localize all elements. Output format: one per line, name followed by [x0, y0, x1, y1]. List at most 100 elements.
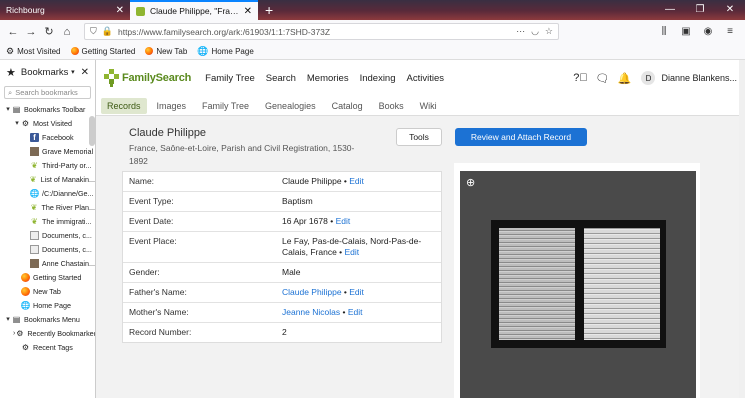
bookmark-item[interactable]: ❦ The River Plan... — [0, 200, 95, 214]
maximize-icon[interactable]: ❐ — [685, 0, 715, 20]
pocket-icon[interactable]: ◡ — [531, 26, 539, 37]
nav-family-tree[interactable]: Family Tree — [205, 73, 255, 84]
bookmark-item[interactable]: ❦ List of Manakin... — [0, 172, 95, 186]
field-label: Record Number: — [129, 327, 192, 337]
edit-link[interactable]: Edit — [349, 287, 364, 297]
subnav-images[interactable]: Images — [151, 98, 193, 114]
bookmark-item[interactable]: ▾ ⚙ Most Visited — [0, 116, 95, 130]
nav-indexing[interactable]: Indexing — [360, 73, 396, 84]
expand-toggle-icon[interactable]: ▾ — [4, 315, 12, 323]
bookmark-item[interactable]: ❦ The immigrati... — [0, 214, 95, 228]
bookmark-label: Bookmarks Toolbar — [24, 104, 86, 114]
forward-icon[interactable]: → — [22, 26, 40, 38]
tab-richbourg[interactable]: Richbourg ✕ — [0, 0, 130, 20]
edit-link[interactable]: Edit — [348, 307, 363, 317]
table-row: Event Date: 16 Apr 1678 • Edit — [123, 212, 441, 232]
url-text[interactable]: https://www.familysearch.org/ark:/61903/… — [118, 27, 510, 37]
globe-icon: 🌐 — [20, 300, 31, 310]
url-bar[interactable]: ⛉ 🔒 https://www.familysearch.org/ark:/61… — [84, 23, 559, 40]
bookmark-star-icon[interactable]: ☆ — [545, 26, 553, 37]
shield-icon[interactable]: ⛉ — [90, 26, 97, 37]
familysearch-icon: ❦ — [31, 160, 38, 170]
review-attach-button[interactable]: Review and Attach Record — [455, 128, 587, 146]
sidebar-scrollbar[interactable] — [89, 116, 95, 146]
messages-icon[interactable]: 🗨 — [591, 72, 613, 85]
help-icon[interactable]: ?⃝ — [569, 72, 591, 84]
bookmark-item[interactable]: f Facebook — [0, 130, 95, 144]
tab-claude-philippe[interactable]: Claude Philippe, "France, Saône-et-Loire… — [130, 0, 258, 20]
bookmark-most-visited[interactable]: ⚙ Most Visited — [6, 46, 61, 57]
field-value: Baptism — [282, 196, 313, 206]
subnav-books[interactable]: Books — [373, 98, 410, 114]
record-details-table: Name: Claude Philippe • Edit Event Type: Ba… — [122, 171, 442, 343]
more-actions-icon[interactable]: ⋯ — [516, 26, 525, 37]
close-tab-icon[interactable]: ✕ — [116, 5, 124, 16]
image-icon — [30, 146, 39, 156]
menu-icon[interactable]: ≡ — [719, 26, 741, 37]
bookmark-search-input[interactable]: ⌕ Search bookmarks — [4, 86, 91, 99]
image-viewer-canvas[interactable]: ⊕ — [460, 171, 696, 398]
expand-toggle-icon[interactable]: ▾ — [13, 119, 21, 127]
field-value-cell: Baptism — [278, 192, 441, 211]
record-image-thumbnail[interactable] — [491, 220, 666, 348]
close-tab-icon[interactable]: ✕ — [244, 6, 252, 17]
bookmark-item[interactable]: ▾ ▤ Bookmarks Toolbar — [0, 102, 95, 116]
bookmark-label: Bookmarks Menu — [24, 314, 80, 324]
page-scrollbar[interactable] — [739, 60, 745, 398]
bookmark-getting-started[interactable]: Getting Started — [70, 47, 135, 56]
zoom-in-icon[interactable]: ⊕ — [466, 176, 475, 189]
subnav-records[interactable]: Records — [101, 97, 147, 114]
nav-search[interactable]: Search — [266, 73, 296, 84]
nav-activities[interactable]: Activities — [407, 73, 444, 84]
user-name[interactable]: Dianne Blankens... — [661, 73, 737, 83]
expand-toggle-icon[interactable]: ▾ — [4, 105, 12, 113]
sidebar-toggle-icon[interactable]: ▣ — [675, 26, 697, 37]
bookmark-item[interactable]: Documents, c... — [0, 228, 95, 242]
avatar[interactable]: D — [641, 71, 656, 85]
field-value-cell: 2 — [278, 323, 441, 342]
back-icon[interactable]: ← — [4, 26, 22, 38]
subnav-family-tree[interactable]: Family Tree — [196, 98, 255, 114]
bookmark-item[interactable]: ▾ ▤ Bookmarks Menu — [0, 312, 95, 326]
familysearch-logo[interactable]: FamilySearch — [104, 69, 191, 87]
bookmark-label: Grave Memorial — [42, 146, 94, 156]
bookmark-item[interactable]: Documents, c... — [0, 242, 95, 256]
tools-button[interactable]: Tools — [396, 128, 442, 146]
edit-link[interactable]: Edit — [349, 176, 364, 186]
account-icon[interactable]: ◉ — [697, 26, 719, 37]
subnav-wiki[interactable]: Wiki — [414, 98, 443, 114]
bookmark-home-page[interactable]: 🌐 Home Page — [197, 46, 253, 57]
bookmark-item[interactable]: 🌐 Home Page — [0, 298, 95, 312]
bookmark-item[interactable]: › ⚙ Recently Bookmarked — [0, 326, 95, 340]
bookmark-item[interactable]: 🌐/C:/Dianne/Ge... — [0, 186, 95, 200]
bookmark-item[interactable]: Grave Memorial — [0, 144, 95, 158]
library-icon[interactable]: ⫼ — [653, 26, 675, 37]
person-link[interactable]: Jeanne Nicolas — [282, 307, 340, 317]
subnav-catalog[interactable]: Catalog — [326, 98, 369, 114]
close-icon[interactable]: ✕ — [81, 67, 89, 78]
reload-icon[interactable]: ↻ — [40, 25, 58, 38]
new-tab-button[interactable]: + — [258, 0, 280, 20]
minimize-icon[interactable]: — — [655, 0, 685, 20]
nav-memories[interactable]: Memories — [307, 73, 349, 84]
bookmark-label: Anne Chastain... — [41, 258, 95, 268]
bookmark-item[interactable]: New Tab — [0, 284, 95, 298]
star-icon: ★ — [6, 66, 16, 79]
bookmark-item[interactable]: Anne Chastain... — [0, 256, 95, 270]
edit-link[interactable]: Edit — [336, 216, 351, 226]
bookmark-item[interactable]: Getting Started — [0, 270, 95, 284]
chevron-down-icon[interactable]: ▾ — [71, 68, 75, 76]
bookmark-new-tab[interactable]: New Tab — [145, 47, 187, 56]
bookmark-item[interactable]: ⚙ Recent Tags — [0, 340, 95, 354]
search-placeholder: Search bookmarks — [15, 88, 78, 97]
edit-link[interactable]: Edit — [345, 247, 360, 257]
lock-icon[interactable]: 🔒 — [102, 26, 113, 37]
home-icon[interactable]: ⌂ — [58, 26, 76, 38]
bookmark-item[interactable]: ❦ Third-Party or... — [0, 158, 95, 172]
sidebar-title[interactable]: Bookmarks — [21, 67, 71, 78]
person-link[interactable]: Claude Philippe — [282, 287, 342, 297]
notification-bell-icon[interactable]: 🔔 — [613, 72, 635, 85]
subnav-genealogies[interactable]: Genealogies — [259, 98, 322, 114]
gear-icon: ⚙ — [21, 342, 30, 352]
close-window-icon[interactable]: ✕ — [715, 0, 745, 20]
